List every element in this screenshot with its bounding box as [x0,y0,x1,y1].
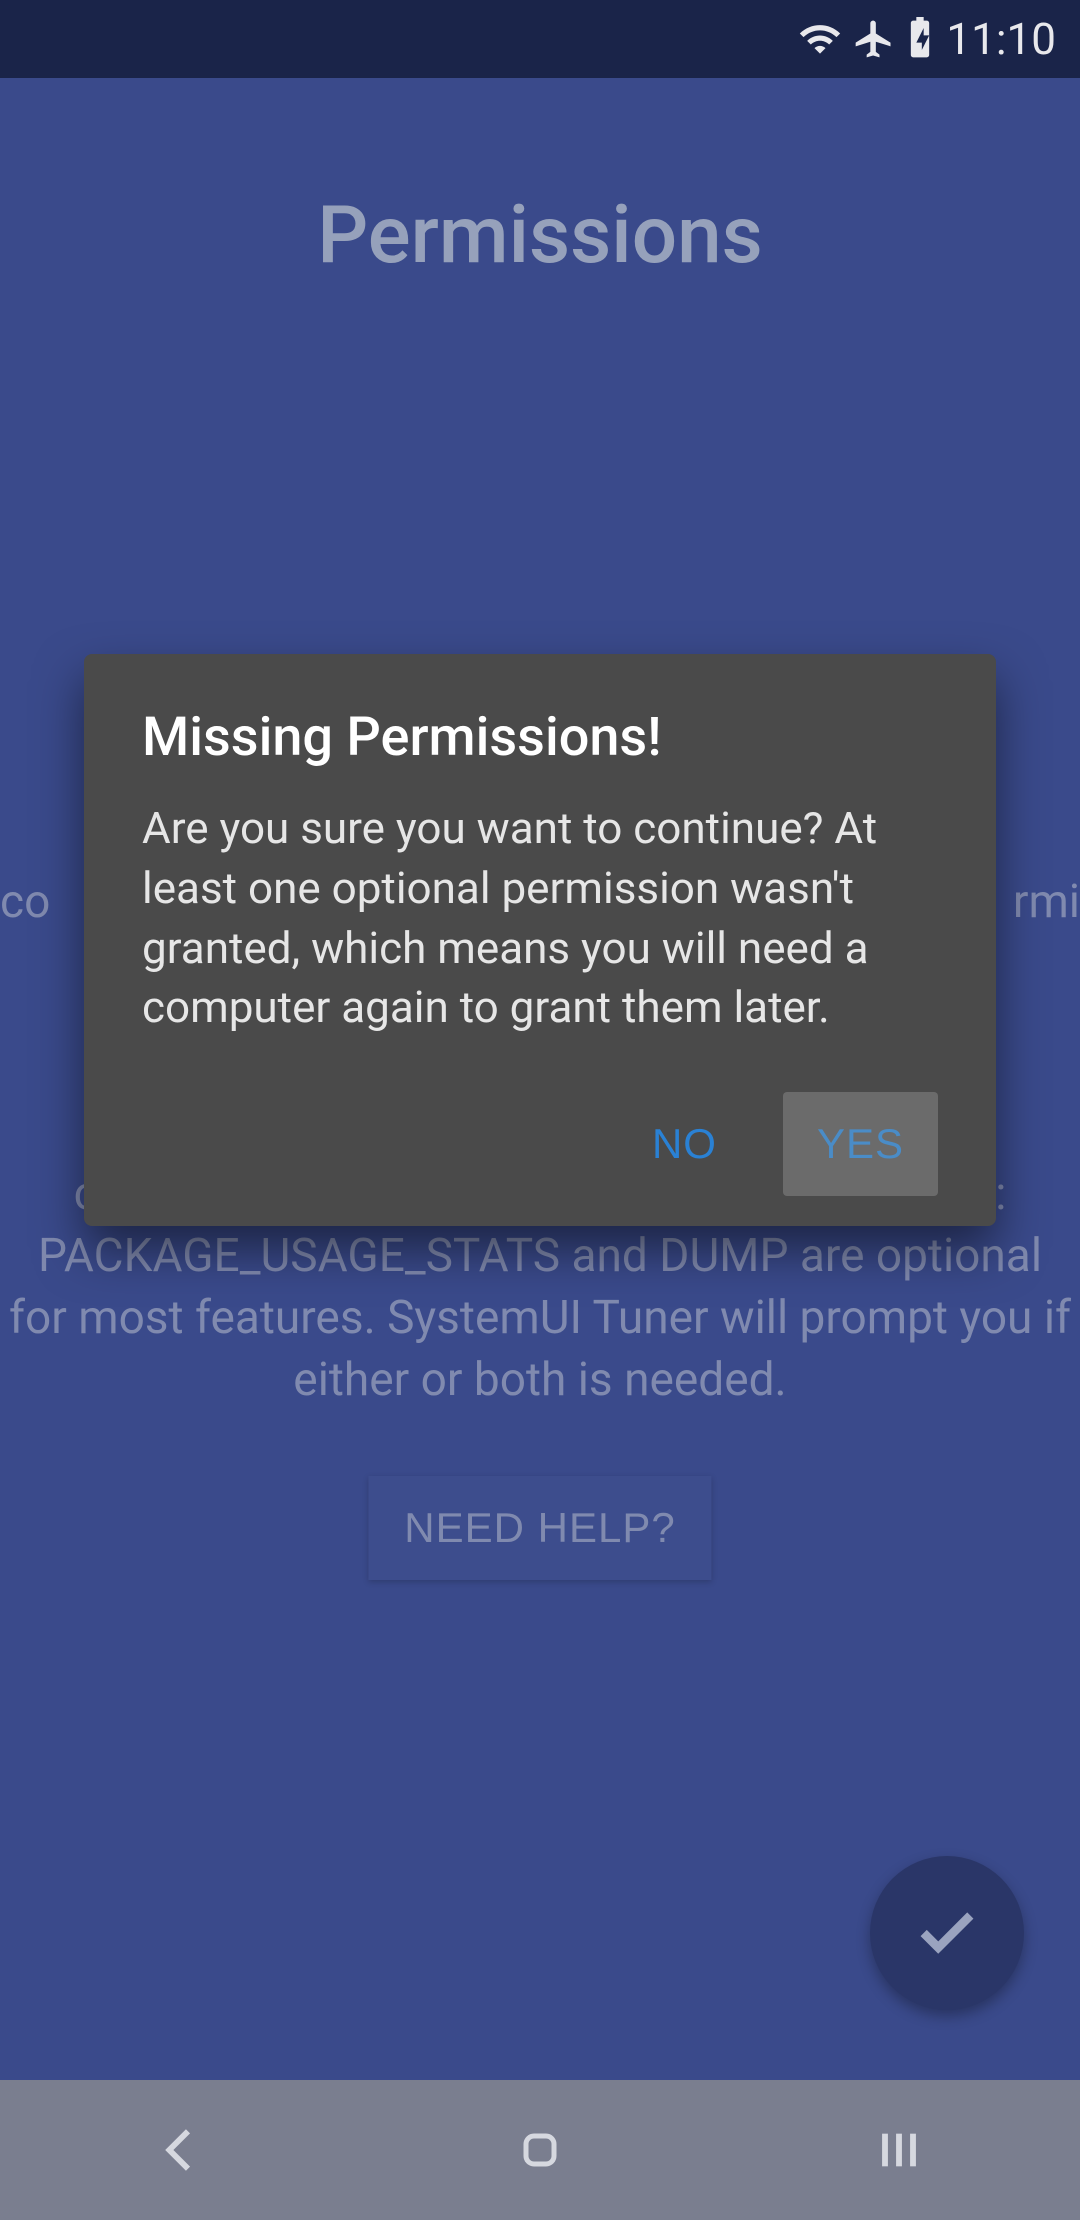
recents-icon [871,2122,927,2178]
no-button[interactable]: NO [632,1096,737,1192]
dialog-actions: NO YES [142,1092,938,1196]
missing-permissions-dialog: Missing Permissions! Are you sure you wa… [84,654,996,1226]
home-button[interactable] [516,2126,564,2174]
back-button[interactable] [153,2122,209,2178]
recents-button[interactable] [871,2122,927,2178]
status-bar: 11:10 [0,0,1080,78]
battery-charging-icon [906,17,934,61]
yes-button[interactable]: YES [783,1092,938,1196]
dialog-body: Are you sure you want to continue? At le… [142,799,938,1038]
back-icon [153,2122,209,2178]
nav-bar [0,2080,1080,2220]
dialog-title: Missing Permissions! [142,706,938,769]
wifi-icon [798,17,842,61]
home-icon [516,2126,564,2174]
airplane-icon [852,17,896,61]
status-time: 11:10 [946,13,1056,65]
status-icons [798,17,934,61]
